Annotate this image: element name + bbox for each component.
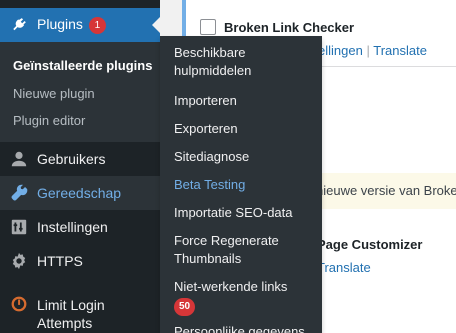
- link-separator: |: [366, 43, 370, 58]
- flyout-item-force-regenerate-thumbnails[interactable]: Force Regenerate Thumbnails: [174, 232, 314, 268]
- sidebar-item-plugins[interactable]: Plugins 1: [0, 8, 160, 42]
- plugin-settings-link[interactable]: ellingen | Translate: [318, 43, 427, 58]
- flyout-item-export[interactable]: Exporteren: [174, 120, 314, 138]
- admin-sidebar: Plugins 1 Geïnstalleerde plugins Nieuwe p…: [0, 0, 160, 333]
- sidebar-item-label: Limit Login: [37, 297, 105, 313]
- sidebar-item-gereedschap[interactable]: Gereedschap: [0, 176, 160, 210]
- tools-flyout-menu: Beschikbare hulpmiddelen Importeren Expo…: [160, 36, 322, 333]
- plugin-title-broken-link-checker: Broken Link Checker: [224, 20, 355, 35]
- submenu-installed-plugins[interactable]: Geïnstalleerde plugins: [13, 58, 152, 73]
- sidebar-item-label: Attempts: [37, 315, 93, 331]
- flyout-item-label: Niet-werkende links: [174, 279, 288, 294]
- flyout-item-seo-import[interactable]: Importatie SEO-data: [174, 204, 314, 222]
- sidebar-item-https[interactable]: HTTPS: [0, 244, 160, 278]
- flyout-item-beta-testing[interactable]: Beta Testing: [174, 176, 314, 194]
- current-menu-arrow: [152, 17, 160, 33]
- sidebar-item-limit-login-attempts[interactable]: Limit Login Attempts: [0, 292, 160, 332]
- limit-login-icon: [9, 294, 29, 314]
- plugin-translate-link-2[interactable]: Translate: [317, 260, 371, 275]
- flyout-item-broken-links[interactable]: Niet-werkende links 50: [174, 278, 314, 316]
- sidebar-item-label-wrap: Limit Login Attempts: [37, 296, 105, 332]
- submenu-new-plugin[interactable]: Nieuwe plugin: [13, 86, 95, 101]
- plugin-settings-link-text[interactable]: ellingen: [318, 43, 363, 58]
- sidebar-item-gebruikers[interactable]: Gebruikers: [0, 142, 160, 176]
- plugin-select-checkbox[interactable]: [200, 19, 216, 35]
- gear-icon: [9, 251, 29, 271]
- update-count-badge: 1: [88, 17, 106, 34]
- settings-sliders-icon: [9, 217, 29, 237]
- plugin-title-page-customizer: Page Customizer: [317, 237, 423, 252]
- wrench-icon: [9, 183, 29, 203]
- sidebar-item-label: HTTPS: [37, 253, 83, 269]
- update-notice-text: nieuwe versie van Broke: [316, 183, 456, 198]
- submenu-plugin-editor[interactable]: Plugin editor: [13, 113, 85, 128]
- sidebar-item-label: Instellingen: [37, 219, 108, 235]
- broken-links-count-badge: 50: [174, 298, 196, 316]
- flyout-item-import[interactable]: Importeren: [174, 92, 314, 110]
- flyout-arrow: [152, 185, 160, 201]
- sidebar-item-label: Plugins: [37, 16, 83, 32]
- sidebar-item-instellingen[interactable]: Instellingen: [0, 210, 160, 244]
- plugins-label-wrap: Plugins 1: [37, 16, 106, 34]
- flyout-item-available-tools[interactable]: Beschikbare hulpmiddelen: [174, 44, 314, 80]
- flyout-item-site-health[interactable]: Sitediagnose: [174, 148, 314, 166]
- sidebar-item-label: Gereedschap: [37, 185, 122, 201]
- plugin-translate-link[interactable]: Translate: [373, 43, 427, 58]
- plug-icon: [9, 15, 29, 35]
- user-icon: [9, 149, 29, 169]
- flyout-item-personal-data[interactable]: Persoonlijke gegevens: [174, 323, 314, 333]
- sidebar-item-label: Gebruikers: [37, 151, 106, 167]
